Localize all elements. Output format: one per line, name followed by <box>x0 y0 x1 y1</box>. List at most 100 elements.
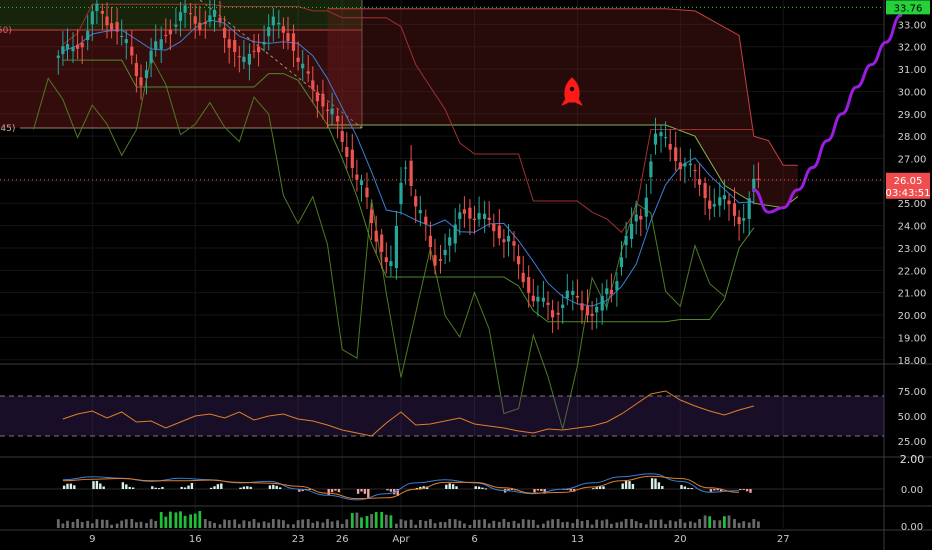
macd-histogram-bar <box>683 486 687 489</box>
candle-body <box>394 225 398 269</box>
candle-body <box>634 214 638 222</box>
time-tick-label: 20 <box>674 534 687 545</box>
macd-histogram-bar <box>62 485 66 489</box>
volume-bar <box>203 519 207 528</box>
macd-histogram-bar <box>628 481 631 489</box>
chart-container: 18.00 19.00 20.00 21.00 22.00 23.00 24.00 25.00… <box>0 0 932 550</box>
macd-tick-label: 0.00 <box>901 485 923 496</box>
price-tick-label: 30.00 <box>898 87 927 98</box>
volume-bar <box>374 512 378 528</box>
volume-bar <box>321 522 325 528</box>
candle-body <box>105 16 109 26</box>
candle-body <box>551 310 555 318</box>
price-tick-label: 29.00 <box>898 110 927 121</box>
volume-bar <box>169 511 172 528</box>
time-axis[interactable]: 9 16 23 26 Apr 6 13 20 27 <box>89 534 789 545</box>
volume-bar <box>492 520 496 528</box>
candle-body <box>208 15 212 22</box>
candle-body <box>448 237 452 246</box>
candle-body <box>590 313 594 316</box>
volume-bar <box>424 520 428 528</box>
macd-histogram-bar <box>239 487 242 489</box>
macd-histogram-bar <box>533 489 536 493</box>
volume-bar <box>414 524 418 528</box>
cloud-band <box>327 8 799 209</box>
candle-body <box>130 46 134 56</box>
price-tick-label: 18.00 <box>898 356 927 367</box>
candle-body <box>267 27 271 37</box>
macd-histogram-bar <box>749 489 752 493</box>
volume-bar <box>262 521 266 528</box>
candle-body <box>149 50 153 64</box>
macd-histogram-bar <box>713 489 716 491</box>
candle-body <box>428 235 432 248</box>
volume-bar <box>61 523 65 528</box>
volume-bar <box>164 516 168 528</box>
candle-body <box>365 187 369 198</box>
candle-body <box>487 217 491 221</box>
candle-body <box>359 180 364 185</box>
candle-body <box>492 223 496 232</box>
candle-body <box>218 17 222 22</box>
volume-bar <box>189 514 192 528</box>
rocket-window <box>569 86 575 92</box>
volume-bar <box>252 519 256 528</box>
volume-bar <box>668 520 672 528</box>
candle-body <box>502 239 506 243</box>
volume-bar <box>443 522 447 528</box>
volume-bar <box>282 520 285 528</box>
price-tick-label: 33.00 <box>898 20 927 31</box>
candle-body <box>605 288 609 295</box>
volume-bar <box>105 519 109 528</box>
candle-body <box>71 47 75 52</box>
candle-body <box>355 174 359 180</box>
volume-bar <box>546 520 550 528</box>
macd-histogram-bar <box>484 488 488 490</box>
volume-bar <box>218 524 222 528</box>
volume-bar <box>404 520 407 528</box>
candle-body <box>389 261 393 267</box>
macd-pane <box>0 473 884 501</box>
volume-bar <box>698 519 701 528</box>
volume-bar <box>595 519 599 528</box>
candle-body <box>424 216 428 225</box>
rsi-pane <box>0 390 884 437</box>
volume-bar <box>76 519 79 528</box>
volume-bar <box>66 520 69 528</box>
volume-bar <box>110 524 113 528</box>
candle-body <box>458 212 462 219</box>
macd-histogram-bar <box>445 484 448 489</box>
time-tick-label: 16 <box>189 534 202 545</box>
volume-bar <box>326 519 329 528</box>
candle-body <box>124 39 128 44</box>
volume-bar <box>664 524 667 528</box>
price-axis[interactable]: 18.00 19.00 20.00 21.00 22.00 23.00 24.00 25.00… <box>898 20 927 533</box>
candle-body <box>330 108 334 115</box>
candle-body <box>212 9 217 17</box>
price-tick-label: 22.00 <box>898 266 927 277</box>
volume-bar <box>659 519 663 528</box>
time-tick-label: 9 <box>89 534 95 545</box>
countdown-label: 03:43:51 <box>886 188 931 199</box>
candle-body <box>414 196 418 207</box>
candle-body <box>262 42 266 45</box>
candle-body <box>134 63 138 77</box>
volume-bar <box>502 519 506 528</box>
volume-bar <box>649 519 653 528</box>
candle-body <box>580 303 584 311</box>
price-chart[interactable]: 18.00 19.00 20.00 21.00 22.00 23.00 24.00 25.00… <box>0 0 932 550</box>
candle-body <box>409 160 413 186</box>
candle-body <box>350 149 354 169</box>
macd-histogram-bar <box>745 489 749 492</box>
volume-bar <box>130 519 134 528</box>
volume-bar <box>301 519 305 528</box>
time-tick-label: 27 <box>777 534 790 545</box>
volume-bar <box>380 512 384 528</box>
macd-histogram-bar <box>602 486 605 489</box>
candle-body <box>747 198 751 219</box>
candle-body <box>242 56 246 62</box>
candle-body <box>712 204 716 207</box>
candle-body <box>311 80 315 90</box>
volume-bar <box>527 519 531 528</box>
macd-histogram-bar <box>742 489 745 490</box>
